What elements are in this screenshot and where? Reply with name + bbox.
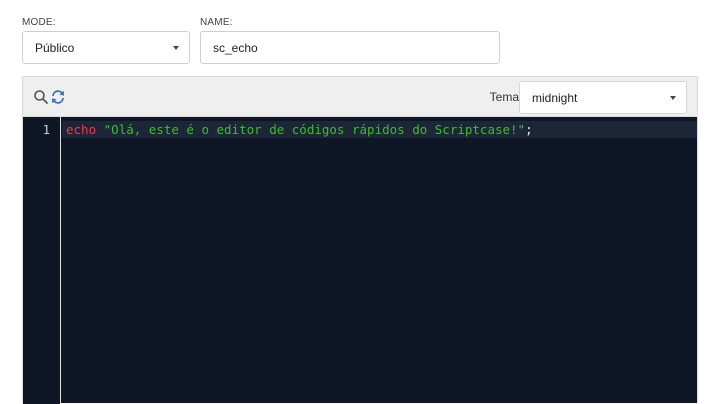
theme-label: Tema xyxy=(489,90,519,104)
mode-select[interactable]: Público xyxy=(22,31,190,64)
editor-toolbar: Tema midnight xyxy=(23,77,697,117)
mode-select-value: Público xyxy=(35,40,75,55)
theme-select[interactable]: midnight xyxy=(519,81,687,114)
code-line: echo "Olá, este é o editor de códigos rá… xyxy=(66,122,533,137)
line-number: 1 xyxy=(42,123,50,137)
chevron-down-icon xyxy=(670,96,676,100)
code-punctuation: ; xyxy=(525,122,533,137)
code-editor: Tema midnight 1 echo "Olá, este é o edit… xyxy=(22,76,698,404)
theme-select-value: midnight xyxy=(532,90,578,105)
chevron-down-icon xyxy=(173,46,179,50)
mode-label: MODE: xyxy=(22,17,56,28)
code-keyword: echo xyxy=(66,122,97,137)
refresh-icon[interactable] xyxy=(50,89,66,105)
line-gutter: 1 xyxy=(23,117,61,404)
name-label: NAME: xyxy=(200,17,233,28)
code-string: "Olá, este é o editor de códigos rápidos… xyxy=(103,122,526,137)
name-input-value: sc_echo xyxy=(213,40,258,55)
search-icon[interactable] xyxy=(33,89,49,105)
name-input[interactable]: sc_echo xyxy=(200,31,500,64)
code-text-area[interactable]: echo "Olá, este é o editor de códigos rá… xyxy=(62,117,697,403)
